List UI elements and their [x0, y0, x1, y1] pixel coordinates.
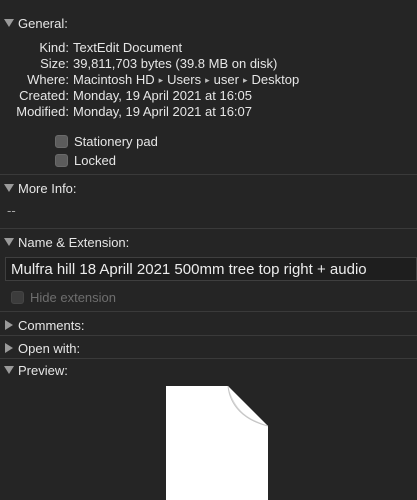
modified-label: Modified: — [16, 104, 69, 119]
divider — [0, 358, 417, 359]
divider — [0, 174, 417, 175]
section-name-extension-title: Name & Extension: — [18, 234, 130, 250]
section-general-header[interactable]: General: — [0, 14, 417, 32]
section-preview-title: Preview: — [18, 362, 68, 378]
path-arrow-icon: ▸ — [205, 75, 210, 85]
section-open-with-title: Open with: — [18, 340, 81, 356]
divider — [0, 335, 417, 336]
modified-value: Monday, 19 April 2021 at 16:07 — [73, 104, 252, 119]
created-row: Created: Monday, 19 April 2021 at 16:05 — [0, 87, 252, 104]
kind-row: Kind: TextEdit Document — [0, 39, 182, 56]
document-icon — [164, 385, 274, 500]
section-name-extension-header[interactable]: Name & Extension: — [0, 233, 417, 251]
kind-label: Kind: — [39, 40, 69, 55]
stationery-pad-checkbox[interactable] — [55, 134, 68, 148]
section-open-with-header[interactable]: Open with: — [0, 339, 417, 357]
size-row: Size: 39,811,703 bytes (39.8 MB on disk) — [0, 55, 277, 72]
divider — [0, 228, 417, 229]
path-segment: Macintosh HD — [73, 72, 155, 87]
more-info-value: -- — [7, 203, 16, 218]
hide-extension-label: Hide extension — [30, 289, 116, 305]
locked-label: Locked — [74, 152, 116, 168]
path-segment: user — [213, 72, 239, 87]
disclosure-triangle-right-icon[interactable] — [0, 316, 18, 334]
path-arrow-icon: ▸ — [242, 75, 248, 85]
stationery-pad-row[interactable]: Stationery pad — [55, 133, 158, 149]
disclosure-triangle-down-icon[interactable] — [0, 14, 18, 32]
section-more-info-header[interactable]: More Info: — [0, 179, 417, 197]
where-path: Macintosh HD ▸ Users ▸ user ▸ Desktop — [73, 72, 299, 87]
created-label: Created: — [19, 88, 69, 103]
size-value: 39,811,703 bytes (39.8 MB on disk) — [73, 56, 278, 71]
modified-row: Modified: Monday, 19 April 2021 at 16:07 — [0, 103, 252, 120]
section-more-info-title: More Info: — [18, 180, 77, 196]
disclosure-triangle-down-icon[interactable] — [0, 233, 18, 251]
section-preview-header[interactable]: Preview: — [0, 361, 417, 379]
where-label: Where: — [27, 72, 69, 87]
kind-value: TextEdit Document — [73, 40, 183, 55]
section-general-title: General: — [18, 15, 68, 31]
divider — [0, 311, 417, 312]
created-value: Monday, 19 April 2021 at 16:05 — [73, 88, 252, 103]
filename-input[interactable]: Mulfra hill 18 Aprill 2021 500mm tree to… — [5, 257, 417, 281]
locked-row[interactable]: Locked — [55, 152, 116, 168]
disclosure-triangle-right-icon[interactable] — [0, 339, 18, 357]
section-comments-title: Comments: — [18, 317, 85, 333]
path-segment: Users — [167, 72, 202, 87]
hide-extension-checkbox[interactable] — [11, 290, 24, 304]
stationery-pad-label: Stationery pad — [74, 133, 158, 149]
locked-checkbox[interactable] — [55, 153, 68, 167]
disclosure-triangle-down-icon[interactable] — [0, 361, 18, 379]
path-arrow-icon: ▸ — [158, 75, 164, 85]
section-comments-header[interactable]: Comments: — [0, 316, 417, 334]
where-row: Where: Macintosh HD ▸ Users ▸ user ▸ Desktop — [0, 71, 299, 88]
disclosure-triangle-down-icon[interactable] — [0, 179, 18, 197]
info-panel: General: Kind: TextEdit Document Size: 3… — [0, 0, 417, 500]
path-segment: Desktop — [251, 72, 300, 87]
hide-extension-row[interactable]: Hide extension — [11, 289, 116, 305]
size-label: Size: — [40, 56, 69, 71]
